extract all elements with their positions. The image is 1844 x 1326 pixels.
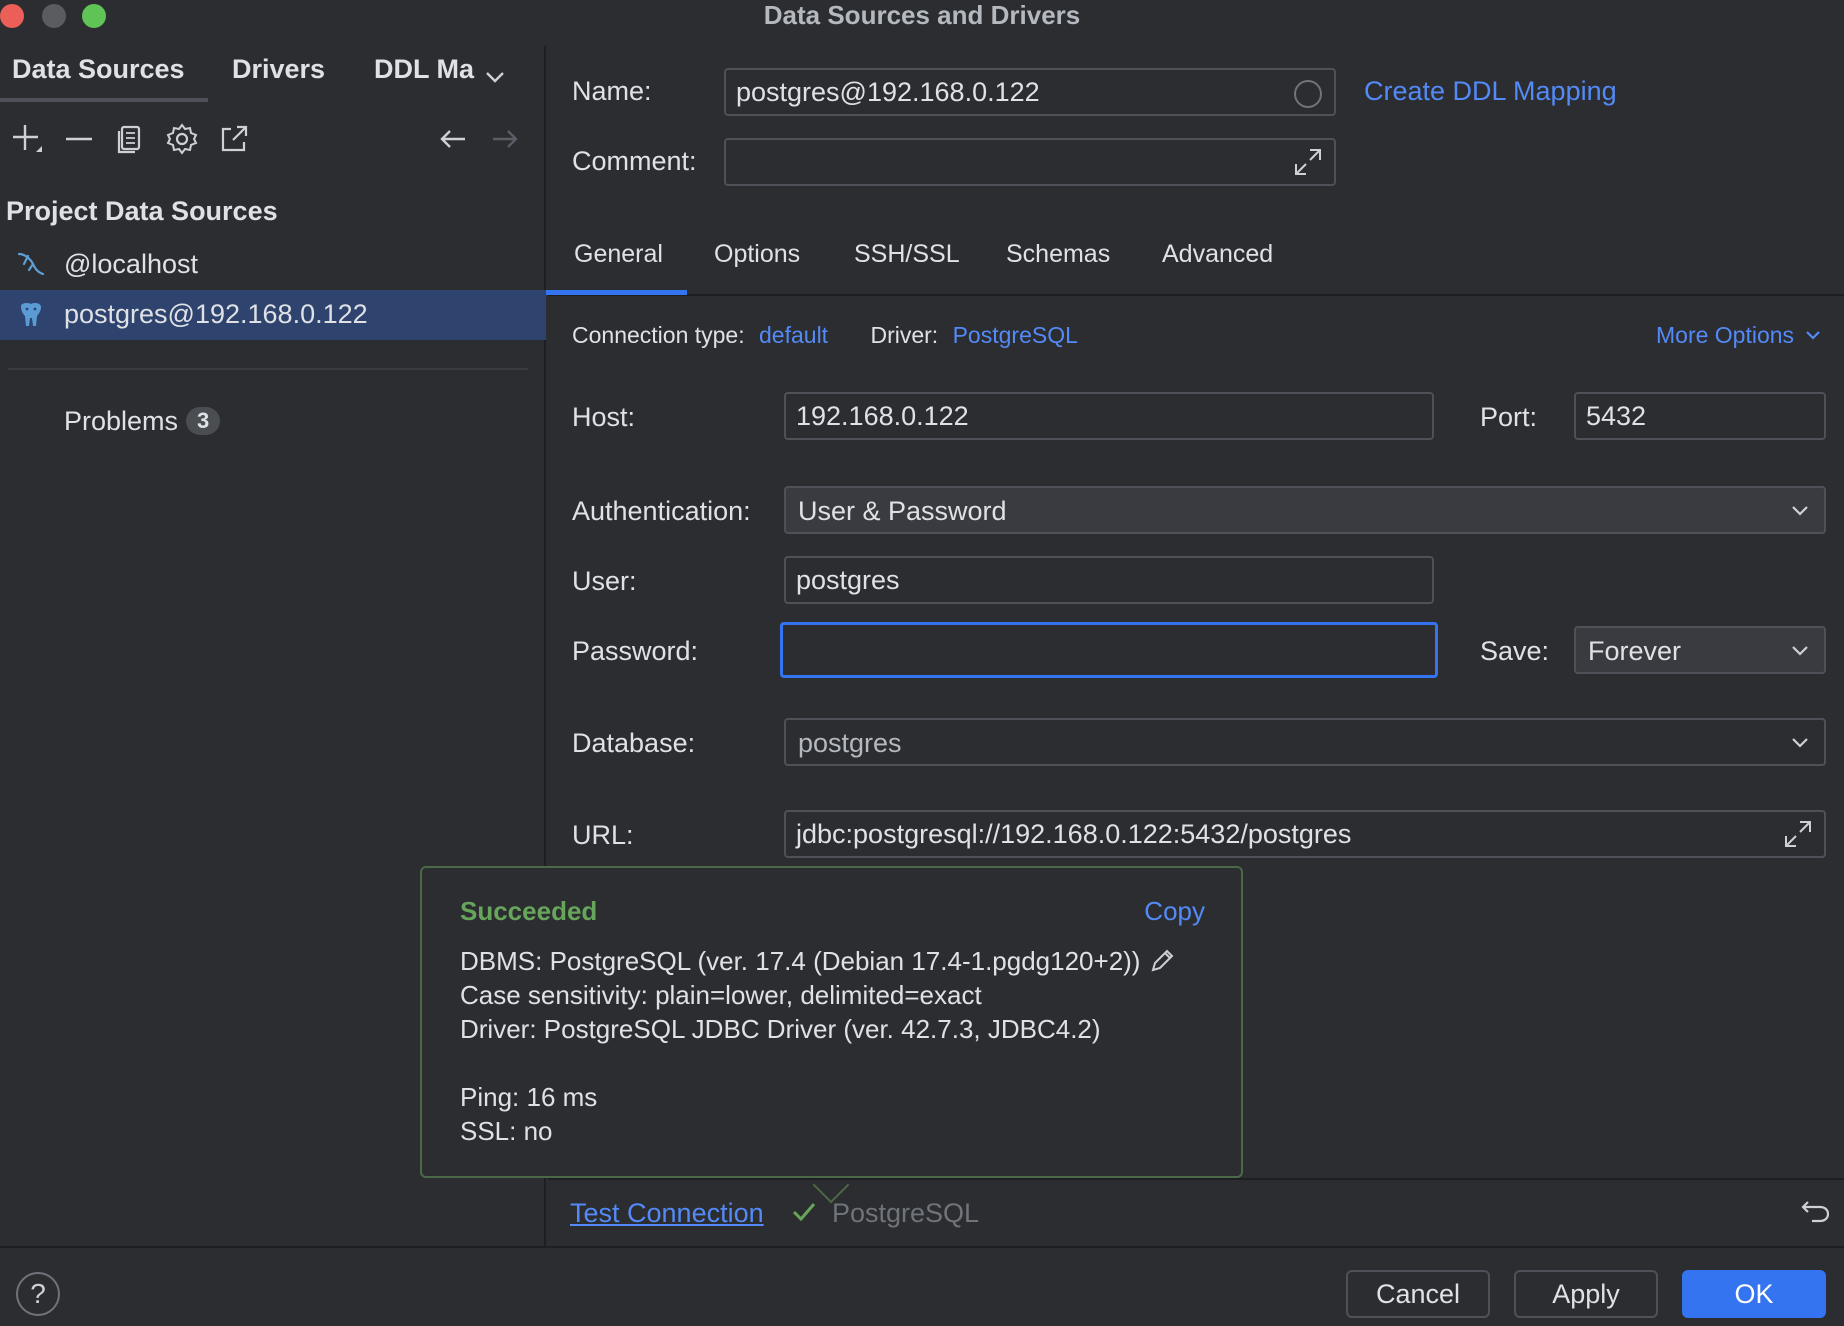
user-input[interactable]: postgres bbox=[784, 556, 1434, 604]
database-value: postgres bbox=[798, 728, 902, 758]
undo-icon[interactable] bbox=[1800, 1196, 1832, 1235]
name-label: Name: bbox=[572, 76, 652, 106]
tab-advanced[interactable]: Advanced bbox=[1162, 240, 1273, 269]
save-select[interactable]: Forever bbox=[1574, 626, 1826, 674]
datasource-item-postgres[interactable]: postgres@192.168.0.122 bbox=[0, 290, 546, 340]
plus-icon[interactable] bbox=[10, 122, 44, 162]
problems-count-badge: 3 bbox=[186, 407, 221, 435]
chevron-down-icon bbox=[1806, 331, 1821, 340]
ok-button[interactable]: OK bbox=[1682, 1270, 1826, 1318]
comment-label: Comment: bbox=[572, 146, 697, 176]
password-label: Password: bbox=[572, 636, 699, 666]
driver-link[interactable]: PostgreSQL bbox=[953, 322, 1078, 348]
host-value: 192.168.0.122 bbox=[796, 401, 969, 431]
test-connection-link[interactable]: Test Connection bbox=[570, 1198, 764, 1229]
problems-item[interactable]: Problems 3 bbox=[64, 406, 221, 437]
more-options-button[interactable]: More Options bbox=[1656, 322, 1822, 349]
case-sensitivity-line: Case sensitivity: plain=lower, delimited… bbox=[460, 980, 982, 1010]
tab-data-sources[interactable]: Data Sources bbox=[12, 54, 185, 85]
tab-ddl-mappings[interactable]: DDL Ma bbox=[374, 54, 474, 85]
host-input[interactable]: 192.168.0.122 bbox=[784, 392, 1434, 440]
divider bbox=[548, 1178, 1844, 1180]
problems-label: Problems bbox=[64, 406, 179, 436]
minus-icon[interactable] bbox=[62, 122, 96, 162]
divider bbox=[8, 368, 528, 370]
duplicate-icon[interactable] bbox=[113, 122, 147, 162]
name-field[interactable]: postgres@192.168.0.122 bbox=[724, 68, 1336, 116]
test-connection-popup: Succeeded Copy DBMS: PostgreSQL (ver. 17… bbox=[420, 866, 1243, 1178]
authentication-label: Authentication: bbox=[572, 496, 751, 526]
datasource-label: @localhost bbox=[64, 249, 198, 279]
chevron-down-icon[interactable] bbox=[484, 64, 506, 95]
host-label: Host: bbox=[572, 402, 636, 432]
user-label: User: bbox=[572, 566, 637, 596]
driver-line: Driver: PostgreSQL JDBC Driver (ver. 42.… bbox=[460, 1014, 1101, 1044]
open-external-icon[interactable] bbox=[217, 122, 251, 162]
url-value: jdbc:postgresql://192.168.0.122:5432/pos… bbox=[796, 819, 1352, 849]
connection-type-link[interactable]: default bbox=[759, 322, 828, 348]
dbms-text: DBMS: PostgreSQL (ver. 17.4 (Debian 17.4… bbox=[460, 946, 1141, 976]
save-value: Forever bbox=[1588, 636, 1682, 666]
user-value: postgres bbox=[796, 565, 900, 595]
create-ddl-mapping-link[interactable]: Create DDL Mapping bbox=[1364, 76, 1617, 107]
checkmark-icon bbox=[790, 1198, 818, 1233]
active-tab-indicator bbox=[546, 290, 687, 295]
chevron-down-icon bbox=[1792, 506, 1808, 516]
popup-details: DBMS: PostgreSQL (ver. 17.4 (Debian 17.4… bbox=[460, 944, 1176, 1148]
divider bbox=[0, 1246, 1844, 1248]
datasource-item-localhost[interactable]: @localhost bbox=[0, 240, 546, 290]
connection-type-row: Connection type: default Driver: Postgre… bbox=[572, 322, 1078, 349]
password-input[interactable] bbox=[780, 622, 1438, 678]
name-value: postgres@192.168.0.122 bbox=[736, 77, 1040, 107]
ping-line: Ping: 16 ms bbox=[460, 1082, 598, 1112]
tabs-divider bbox=[548, 294, 1844, 296]
chevron-down-icon bbox=[1792, 738, 1808, 748]
database-select[interactable]: postgres bbox=[784, 718, 1826, 766]
tab-ssh-ssl[interactable]: SSH/SSL bbox=[854, 240, 960, 269]
tab-options[interactable]: Options bbox=[714, 240, 800, 269]
copy-link[interactable]: Copy bbox=[1144, 896, 1205, 927]
active-tab-indicator bbox=[0, 98, 208, 102]
connection-type-label: Connection type: bbox=[572, 322, 745, 348]
ssl-line: SSL: no bbox=[460, 1116, 553, 1146]
mysql-dolphin-icon bbox=[16, 250, 46, 280]
port-value: 5432 bbox=[1586, 401, 1647, 431]
url-label: URL: bbox=[572, 820, 634, 850]
status-succeeded: Succeeded bbox=[460, 896, 598, 926]
authentication-select[interactable]: User & Password bbox=[784, 486, 1826, 534]
tab-drivers[interactable]: Drivers bbox=[232, 54, 325, 85]
tab-schemas[interactable]: Schemas bbox=[1006, 240, 1110, 269]
expand-icon[interactable] bbox=[1782, 818, 1814, 857]
dbms-line: DBMS: PostgreSQL (ver. 17.4 (Debian 17.4… bbox=[460, 944, 1176, 978]
port-label: Port: bbox=[1480, 402, 1538, 432]
section-title: Project Data Sources bbox=[6, 196, 278, 226]
color-circle-icon[interactable] bbox=[1294, 80, 1322, 108]
port-input[interactable]: 5432 bbox=[1574, 392, 1826, 440]
postgresql-elephant-icon bbox=[16, 300, 46, 330]
expand-icon[interactable] bbox=[1292, 146, 1324, 185]
database-label: Database: bbox=[572, 728, 696, 758]
apply-button[interactable]: Apply bbox=[1514, 1270, 1658, 1318]
url-input[interactable]: jdbc:postgresql://192.168.0.122:5432/pos… bbox=[784, 810, 1826, 858]
datasource-label: postgres@192.168.0.122 bbox=[64, 299, 368, 329]
cancel-button[interactable]: Cancel bbox=[1346, 1270, 1490, 1318]
comment-field[interactable] bbox=[724, 138, 1336, 186]
test-driver-label: PostgreSQL bbox=[832, 1198, 980, 1228]
driver-label: Driver: bbox=[870, 322, 939, 348]
more-options-label: More Options bbox=[1656, 322, 1795, 348]
authentication-value: User & Password bbox=[798, 496, 1007, 526]
title-bar: Data Sources and Drivers bbox=[0, 0, 1844, 34]
help-button[interactable]: ? bbox=[16, 1272, 60, 1316]
arrow-right-icon[interactable] bbox=[488, 122, 522, 162]
chevron-down-icon bbox=[1792, 646, 1808, 656]
arrow-left-icon[interactable] bbox=[436, 122, 470, 162]
tab-general[interactable]: General bbox=[574, 240, 663, 269]
save-label: Save: bbox=[1480, 636, 1550, 666]
pencil-icon[interactable] bbox=[1148, 947, 1176, 975]
gear-icon[interactable] bbox=[165, 122, 199, 162]
window-title: Data Sources and Drivers bbox=[763, 0, 1081, 30]
